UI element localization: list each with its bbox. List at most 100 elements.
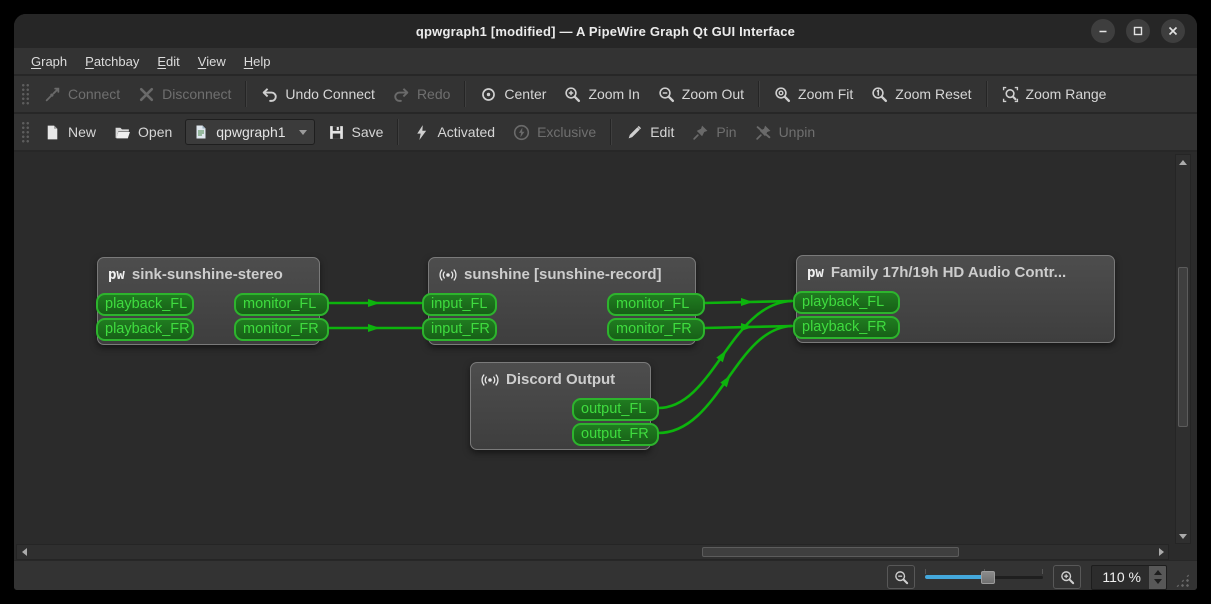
pin-button[interactable]: Pin bbox=[683, 118, 745, 147]
undo-connect-button[interactable]: Undo Connect bbox=[252, 80, 384, 109]
toolbar-main: Connect Disconnect Undo Connect Redo Cen… bbox=[14, 74, 1197, 112]
port-input[interactable]: input_FL bbox=[422, 293, 497, 316]
maximize-icon bbox=[1133, 26, 1143, 36]
zoom-slider-handle[interactable] bbox=[981, 571, 995, 584]
zoom-spinbox[interactable]: 110 % bbox=[1091, 565, 1167, 590]
menu-edit[interactable]: Edit bbox=[148, 50, 188, 73]
exclusive-button[interactable]: Exclusive bbox=[504, 118, 605, 147]
close-button[interactable] bbox=[1161, 19, 1185, 43]
zoom-in-button[interactable]: Zoom In bbox=[555, 80, 648, 109]
disconnect-button[interactable]: Disconnect bbox=[129, 80, 240, 109]
unpin-icon bbox=[755, 124, 772, 141]
port-input[interactable]: input_FR bbox=[422, 318, 497, 341]
menubar: Graph Patchbay Edit View Help bbox=[14, 48, 1197, 74]
port-input[interactable]: playback_FR bbox=[96, 318, 194, 341]
horizontal-scroll-thumb[interactable] bbox=[702, 547, 959, 557]
zoom-in-icon bbox=[1060, 570, 1075, 585]
zoom-reset-icon bbox=[871, 86, 888, 103]
patchbay-select[interactable]: qpwgraph1 bbox=[185, 119, 314, 145]
maximize-button[interactable] bbox=[1126, 19, 1150, 43]
zoom-range-icon bbox=[1002, 86, 1019, 103]
zoom-value[interactable]: 110 % bbox=[1092, 566, 1149, 589]
new-file-icon bbox=[44, 124, 61, 141]
port-output[interactable]: monitor_FR bbox=[234, 318, 329, 341]
statusbar: 110 % bbox=[14, 560, 1197, 590]
patchbay-file-icon bbox=[193, 124, 209, 140]
redo-button[interactable]: Redo bbox=[384, 80, 459, 109]
arrow-up-icon bbox=[1179, 160, 1187, 165]
toolbar-separator bbox=[758, 81, 760, 107]
menu-patchbay[interactable]: Patchbay bbox=[76, 50, 148, 73]
unpin-button[interactable]: Unpin bbox=[746, 118, 825, 147]
menu-graph[interactable]: Graph bbox=[22, 50, 76, 73]
port-output[interactable]: monitor_FR bbox=[607, 318, 705, 341]
titlebar[interactable]: qpwgraph1 [modified] — A PipeWire Graph … bbox=[14, 14, 1197, 48]
scroll-up-button[interactable] bbox=[1176, 155, 1190, 169]
port-output[interactable]: output_FR bbox=[572, 423, 659, 446]
toolbar-drag-handle[interactable] bbox=[20, 120, 29, 144]
window-controls bbox=[1091, 19, 1185, 43]
toolbar-patchbay: New Open qpwgraph1 Save Activated Exclus… bbox=[14, 112, 1197, 150]
vertical-scroll-thumb[interactable] bbox=[1178, 267, 1188, 427]
menu-help[interactable]: Help bbox=[235, 50, 280, 73]
port-output[interactable]: monitor_FL bbox=[607, 293, 705, 316]
new-button[interactable]: New bbox=[35, 118, 105, 147]
node-header: Discord Output bbox=[471, 363, 650, 388]
port-input[interactable]: playback_FL bbox=[793, 291, 900, 314]
node-family-hd-audio[interactable]: pw Family 17h/19h HD Audio Contr... play… bbox=[796, 255, 1115, 343]
graph-canvas[interactable]: pw sink-sunshine-stereo playback_FL play… bbox=[14, 150, 1197, 560]
port-input[interactable]: playback_FR bbox=[793, 316, 900, 339]
resize-grip[interactable] bbox=[1175, 573, 1190, 588]
connections-layer bbox=[14, 152, 1197, 560]
activated-button[interactable]: Activated bbox=[404, 118, 504, 147]
audio-device-icon bbox=[439, 267, 457, 283]
edit-icon bbox=[626, 124, 643, 141]
zoom-range-button[interactable]: Zoom Range bbox=[993, 80, 1116, 109]
zoom-out-icon bbox=[658, 86, 675, 103]
toolbar-drag-handle[interactable] bbox=[20, 82, 29, 106]
toolbar-separator bbox=[397, 119, 399, 145]
zoom-out-button[interactable]: Zoom Out bbox=[649, 80, 753, 109]
patchbay-select-value: qpwgraph1 bbox=[216, 124, 285, 140]
open-button[interactable]: Open bbox=[105, 118, 181, 147]
scroll-left-button[interactable] bbox=[17, 545, 31, 559]
audio-device-icon bbox=[481, 372, 499, 388]
zoom-fit-button[interactable]: Zoom Fit bbox=[765, 80, 862, 109]
edit-button[interactable]: Edit bbox=[617, 118, 683, 147]
zoom-reset-button[interactable]: Zoom Reset bbox=[862, 80, 980, 109]
node-sink-sunshine-stereo[interactable]: pw sink-sunshine-stereo playback_FL play… bbox=[97, 257, 320, 345]
node-title: Family 17h/19h HD Audio Contr... bbox=[831, 264, 1066, 281]
toolbar-separator bbox=[464, 81, 466, 107]
center-button[interactable]: Center bbox=[471, 80, 555, 109]
toolbar-separator bbox=[245, 81, 247, 107]
save-icon bbox=[328, 124, 345, 141]
node-sunshine[interactable]: sunshine [sunshine-record] input_FL inpu… bbox=[428, 257, 696, 345]
statusbar-zoom-in-button[interactable] bbox=[1053, 565, 1081, 589]
scroll-down-button[interactable] bbox=[1176, 529, 1190, 543]
node-title: sunshine [sunshine-record] bbox=[464, 266, 662, 283]
node-header: pw sink-sunshine-stereo bbox=[98, 258, 319, 283]
menu-view[interactable]: View bbox=[189, 50, 235, 73]
toolbar-separator bbox=[610, 119, 612, 145]
spinbox-arrows[interactable] bbox=[1149, 566, 1166, 589]
scroll-right-button[interactable] bbox=[1154, 545, 1168, 559]
save-button[interactable]: Save bbox=[319, 118, 393, 147]
pin-icon bbox=[692, 124, 709, 141]
exclusive-icon bbox=[513, 124, 530, 141]
statusbar-zoom-out-button[interactable] bbox=[887, 565, 915, 589]
minimize-icon bbox=[1098, 26, 1108, 36]
undo-icon bbox=[261, 86, 278, 103]
slider-tick bbox=[925, 569, 926, 574]
node-discord-output[interactable]: Discord Output output_FL output_FR bbox=[470, 362, 651, 450]
connect-button[interactable]: Connect bbox=[35, 80, 129, 109]
port-output[interactable]: output_FL bbox=[572, 398, 659, 421]
zoom-slider-fill bbox=[925, 575, 988, 579]
minimize-button[interactable] bbox=[1091, 19, 1115, 43]
port-input[interactable]: playback_FL bbox=[96, 293, 194, 316]
horizontal-scrollbar[interactable] bbox=[16, 544, 1169, 560]
vertical-scrollbar[interactable] bbox=[1175, 154, 1191, 544]
close-icon bbox=[1168, 26, 1178, 36]
arrow-down-icon bbox=[1179, 534, 1187, 539]
zoom-slider[interactable] bbox=[925, 568, 1043, 586]
port-output[interactable]: monitor_FL bbox=[234, 293, 329, 316]
